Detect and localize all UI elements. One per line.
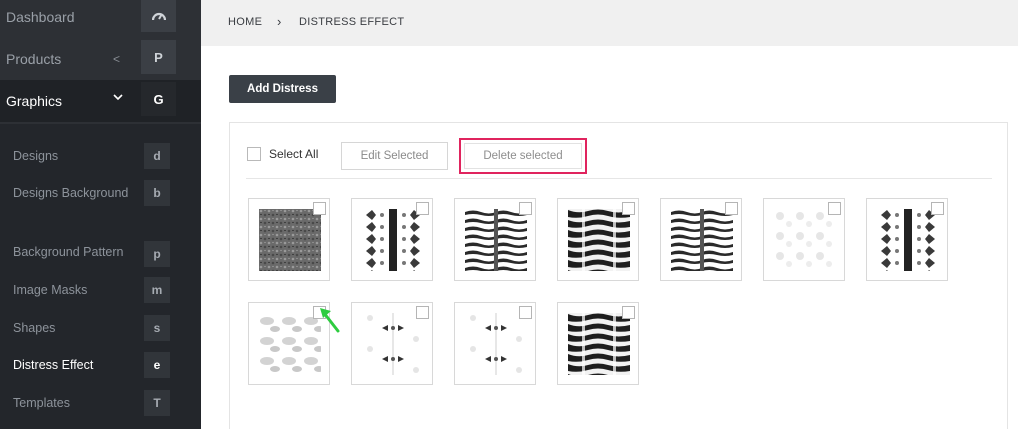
sidebar-badge: e xyxy=(144,352,170,378)
distress-image xyxy=(362,209,424,271)
green-arrow-icon xyxy=(320,308,340,333)
distress-image xyxy=(671,209,733,271)
sidebar-badge: m xyxy=(144,277,170,303)
distress-thumb-7[interactable] xyxy=(866,198,948,281)
distress-image xyxy=(774,209,836,271)
dashboard-gauge-icon xyxy=(141,0,176,32)
sidebar-badge: P xyxy=(141,40,176,74)
sidebar-item-label: Graphics xyxy=(6,93,63,109)
distress-image xyxy=(568,313,630,375)
sidebar-item-label: Background Pattern xyxy=(13,245,124,259)
sidebar-item-label: Designs Background xyxy=(13,186,129,200)
thumb-checkbox[interactable] xyxy=(519,202,532,215)
distress-thumb-1[interactable] xyxy=(248,198,330,281)
sidebar-item-label: Dashboard xyxy=(6,9,75,25)
distress-image xyxy=(568,209,630,271)
distress-thumb-5[interactable] xyxy=(660,198,742,281)
select-all-label: Select All xyxy=(269,147,319,161)
chevron-left-icon: < xyxy=(113,52,121,66)
thumb-checkbox[interactable] xyxy=(725,202,738,215)
breadcrumb-home[interactable]: HOME xyxy=(228,16,262,28)
distress-image xyxy=(877,209,939,271)
sidebar-item-label: Distress Effect xyxy=(13,358,94,372)
distress-image xyxy=(259,313,321,375)
thumb-checkbox[interactable] xyxy=(622,202,635,215)
distress-image xyxy=(465,209,527,271)
sidebar-badge: p xyxy=(144,241,170,267)
thumb-checkbox[interactable] xyxy=(622,306,635,319)
distress-image xyxy=(362,313,424,375)
distress-image xyxy=(465,313,527,375)
sidebar: Dashboard Products < P Graphics G Design… xyxy=(0,0,201,429)
select-all-checkbox[interactable] xyxy=(247,147,261,161)
distress-thumb-2[interactable] xyxy=(351,198,433,281)
delete-highlight-box: Delete selected xyxy=(459,138,587,174)
sidebar-item-graphics[interactable]: Graphics G xyxy=(0,80,201,122)
thumb-checkbox[interactable] xyxy=(416,306,429,319)
distress-thumb-6[interactable] xyxy=(763,198,845,281)
add-distress-button[interactable]: Add Distress xyxy=(229,75,336,103)
distress-thumb-9[interactable] xyxy=(351,302,433,385)
sidebar-badge: d xyxy=(144,143,170,169)
breadcrumb: HOME › DISTRESS EFFECT xyxy=(201,0,1018,46)
sidebar-badge: T xyxy=(144,390,170,416)
sidebar-item-label: Templates xyxy=(13,396,70,410)
sidebar-item-label: Products xyxy=(6,51,62,67)
breadcrumb-separator-icon: › xyxy=(277,14,282,29)
delete-selected-button[interactable]: Delete selected xyxy=(464,143,582,169)
sidebar-badge: G xyxy=(141,82,176,116)
thumb-checkbox[interactable] xyxy=(519,306,532,319)
sidebar-item-label: Designs xyxy=(13,149,59,163)
sidebar-badge: s xyxy=(144,315,170,341)
thumb-checkbox[interactable] xyxy=(416,202,429,215)
thumb-checkbox[interactable] xyxy=(828,202,841,215)
sidebar-item-label: Image Masks xyxy=(13,283,88,297)
sidebar-item-dashboard[interactable]: Dashboard xyxy=(0,0,201,38)
sidebar-badge: b xyxy=(144,180,170,206)
toolbar-divider xyxy=(246,178,992,179)
chevron-down-icon xyxy=(113,90,123,104)
distress-thumb-10[interactable] xyxy=(454,302,536,385)
distress-thumb-3[interactable] xyxy=(454,198,536,281)
edit-selected-button[interactable]: Edit Selected xyxy=(341,142,448,170)
thumb-checkbox[interactable] xyxy=(313,202,326,215)
breadcrumb-current: DISTRESS EFFECT xyxy=(299,16,405,28)
thumb-checkbox[interactable] xyxy=(931,202,944,215)
sidebar-item-label: Shapes xyxy=(13,321,56,335)
sidebar-item-products[interactable]: Products < P xyxy=(0,38,201,80)
distress-thumb-11[interactable] xyxy=(557,302,639,385)
distress-thumb-4[interactable] xyxy=(557,198,639,281)
select-all[interactable]: Select All xyxy=(247,147,318,161)
graphics-submenu xyxy=(0,124,201,429)
distress-image xyxy=(259,209,321,271)
